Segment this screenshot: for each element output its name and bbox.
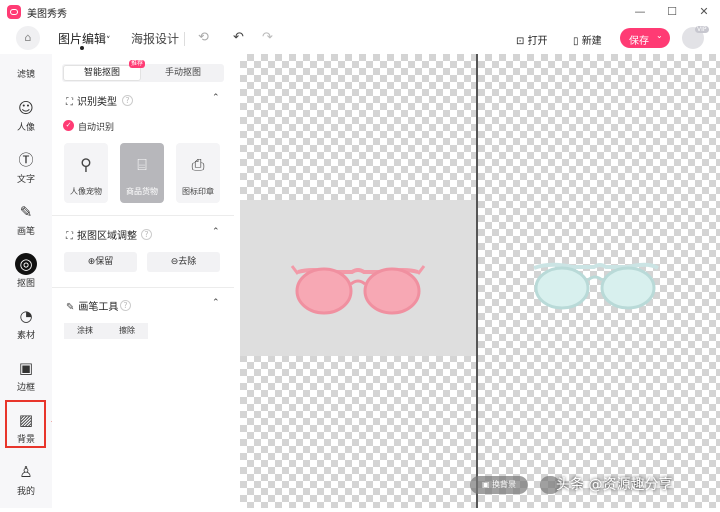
- auto-detect-checkbox[interactable]: ✓: [63, 120, 74, 131]
- section-brush-tools: ✎ 画笔工具: [66, 298, 118, 313]
- type-icon-stamp[interactable]: ⎙ 图标印章: [176, 143, 220, 203]
- rail-item-label: 我的: [16, 487, 35, 497]
- frame-icon: ▣: [18, 359, 34, 377]
- app-logo-icon: [7, 5, 21, 19]
- portrait-icon: ☺: [18, 99, 34, 117]
- background-icon: ▣: [481, 480, 490, 489]
- divider: [52, 287, 234, 288]
- original-photo: [240, 200, 476, 356]
- sticker-icon: ◔: [19, 307, 33, 325]
- home-button[interactable]: ⌂: [16, 26, 40, 50]
- type-label: 人像宠物: [70, 187, 102, 196]
- section-title: 画笔工具: [78, 302, 119, 313]
- erase-button[interactable]: 擦除: [106, 323, 148, 339]
- rail-item-frame[interactable]: ▣ 边框: [0, 357, 52, 393]
- rail-item-sticker[interactable]: ◔ 素材: [0, 305, 52, 341]
- home-icon: ⌂: [24, 31, 32, 44]
- open-button[interactable]: ⊡ 打开: [516, 32, 548, 47]
- minimize-button[interactable]: —: [630, 3, 650, 21]
- tab-manual-cutout[interactable]: 手动抠图: [144, 65, 222, 81]
- cutout-sunglasses-image: [533, 262, 660, 310]
- save-button[interactable]: 保存 ⌄: [620, 28, 670, 48]
- change-background-button[interactable]: ▣ 换背景: [470, 476, 528, 494]
- toolbar-divider: [184, 32, 185, 46]
- new-label: 新建: [581, 36, 602, 47]
- annotation-highlight-box: [5, 400, 46, 448]
- chevron-down-icon: ⌄: [656, 31, 663, 40]
- rail-item-label: 滤镜: [16, 70, 35, 80]
- rail-item-cutout[interactable]: ◎ 抠图: [0, 253, 52, 289]
- cutout-mode-switch: 智能抠图 推荐 手动抠图: [62, 60, 224, 82]
- history-icon[interactable]: ⟲: [198, 30, 209, 45]
- open-icon: ⊡: [516, 36, 528, 47]
- rail-item-label: 素材: [16, 331, 35, 341]
- cutout-icon: ◎: [15, 253, 37, 275]
- rail-item-text[interactable]: Ⓣ 文字: [0, 149, 52, 185]
- open-label: 打开: [527, 36, 548, 47]
- help-icon[interactable]: ?: [141, 229, 152, 240]
- rail-item-label: 画笔: [16, 227, 35, 237]
- rail-item-brush[interactable]: ✎ 画笔: [0, 201, 52, 237]
- smear-button[interactable]: 涂抹: [64, 323, 106, 339]
- brush-icon: ✎: [19, 203, 33, 221]
- pink-sunglasses-image: [290, 265, 426, 315]
- rail-item-label: 抠图: [16, 279, 35, 289]
- type-goods[interactable]: ⌸ 商品货物: [120, 143, 164, 203]
- section-title: 抠图区域调整: [77, 231, 137, 242]
- vip-badge: VIP: [695, 26, 709, 33]
- close-button[interactable]: ✕: [694, 3, 714, 21]
- tab-poster-design[interactable]: 海报设计: [131, 30, 179, 47]
- chevron-down-icon: ˅: [106, 36, 111, 46]
- brush-icon: ✎: [66, 302, 75, 313]
- rail-item-label: 边框: [16, 383, 35, 393]
- recommend-badge: 推荐: [129, 60, 146, 68]
- rail-item-filter[interactable]: 滤镜: [0, 66, 52, 80]
- user-icon: ♙: [19, 463, 33, 481]
- rail-item-label: 文字: [16, 175, 35, 185]
- tab-image-edit-label: 图片编辑: [58, 32, 107, 46]
- person-icon: ⚲: [80, 155, 92, 174]
- save-label: 保存: [629, 36, 649, 47]
- watermark-text: 头条 @资源趣分享: [556, 477, 673, 493]
- auto-detect-label: 自动识别: [78, 123, 115, 133]
- tab-image-edit[interactable]: 图片编辑˅: [58, 30, 111, 47]
- active-tab-indicator: [80, 46, 84, 50]
- new-button[interactable]: ▯ 新建: [573, 32, 602, 47]
- rail-item-portrait[interactable]: ☺ 人像: [0, 97, 52, 133]
- remove-label: 去除: [178, 257, 197, 267]
- toolbar: ⌂ 图片编辑˅ 海报设计 ⟲ ↶ ↷ ⊡ 打开 ▯ 新建 保存 ⌄ VIP: [0, 24, 720, 54]
- box-icon: ⌸: [137, 155, 147, 174]
- section-title: 识别类型: [77, 97, 117, 108]
- text-icon: Ⓣ: [18, 151, 34, 169]
- section-area-adjust: ⛶ 抠图区域调整: [66, 227, 137, 242]
- chevron-up-icon[interactable]: ⌃: [212, 93, 220, 103]
- result-canvas[interactable]: [478, 54, 720, 508]
- keep-label: 保留: [95, 257, 114, 267]
- remove-button[interactable]: ⊖去除: [147, 252, 220, 272]
- type-label: 商品货物: [126, 187, 158, 196]
- divider: [52, 215, 234, 216]
- maximize-button[interactable]: ☐: [662, 3, 682, 21]
- crop-icon: ⛶: [66, 231, 73, 242]
- cutout-panel: 智能抠图 推荐 手动抠图 ⛶ 识别类型 ? ⌃ ✓ 自动识别 ⚲ 人像宠物 ⌸ 商…: [52, 54, 234, 508]
- scan-icon: ⛶: [66, 97, 73, 108]
- new-file-icon: ▯: [573, 36, 582, 47]
- help-icon[interactable]: ?: [120, 300, 131, 311]
- chevron-up-icon[interactable]: ⌃: [212, 227, 220, 237]
- type-portrait-pet[interactable]: ⚲ 人像宠物: [64, 143, 108, 203]
- help-icon[interactable]: ?: [122, 95, 133, 106]
- rail-item-label: 人像: [16, 123, 35, 133]
- stamp-icon: ⎙: [191, 155, 205, 174]
- type-label: 图标印章: [182, 187, 214, 196]
- change-background-label: 换背景: [492, 480, 517, 489]
- redo-icon[interactable]: ↷: [262, 30, 273, 45]
- title-bar: 美图秀秀 — ☐ ✕: [0, 0, 720, 24]
- section-recognition-type: ⛶ 识别类型: [66, 93, 117, 108]
- app-title: 美图秀秀: [27, 9, 67, 20]
- chevron-up-icon[interactable]: ⌃: [212, 298, 220, 308]
- keep-button[interactable]: ⊕保留: [64, 252, 137, 272]
- rail-item-mine[interactable]: ♙ 我的: [0, 461, 52, 497]
- undo-icon[interactable]: ↶: [233, 30, 244, 45]
